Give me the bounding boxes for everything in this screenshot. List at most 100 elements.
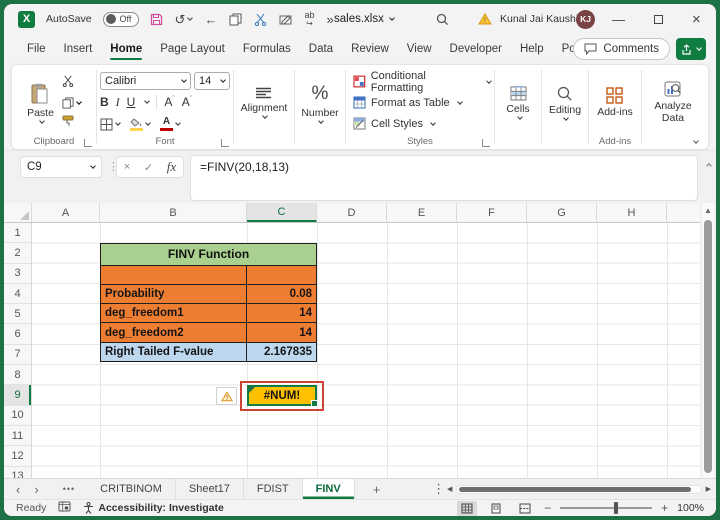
row-header-12[interactable]: 12 [4, 446, 31, 467]
bold-button[interactable]: B [100, 95, 109, 109]
zoom-slider[interactable] [560, 502, 653, 514]
sheet-nav-right-icon[interactable]: › [32, 479, 50, 499]
maximize-button[interactable] [654, 14, 663, 24]
accessibility-status[interactable]: Accessibility: Investigate [83, 502, 224, 514]
paste-button[interactable]: Paste [27, 83, 54, 124]
cells-area[interactable]: FINV Function Probability 0.08 deg_freed… [32, 223, 700, 478]
cells-button[interactable]: Cells [506, 70, 530, 135]
font-color-button[interactable]: A [160, 117, 181, 131]
zoom-level[interactable]: 100% [677, 502, 704, 514]
row-header-11[interactable]: 11 [4, 426, 31, 447]
comments-button[interactable]: Comments [573, 38, 670, 60]
tab-formulas[interactable]: Formulas [234, 34, 300, 64]
table-value-cell[interactable]: 14 [247, 323, 316, 341]
qat-overflow-icon[interactable]: » [326, 13, 333, 26]
insert-function-icon[interactable]: fx [167, 159, 176, 175]
view-normal-button[interactable] [457, 500, 478, 516]
pen-icon[interactable] [279, 13, 292, 26]
table-label-cell[interactable]: deg_freedom2 [101, 323, 247, 342]
number-button[interactable]: % Number [301, 70, 339, 135]
formula-input[interactable]: =FINV(20,18,13) [190, 155, 698, 201]
add-sheet-button[interactable]: + [355, 479, 399, 499]
table-row[interactable]: deg_freedom1 14 [101, 303, 316, 323]
font-name-select[interactable]: Calibri [100, 71, 191, 90]
table-label-cell[interactable]: deg_freedom1 [101, 304, 247, 323]
column-header-a[interactable]: A [32, 203, 100, 222]
row-header-8[interactable]: 8 [4, 365, 31, 386]
increase-font-button[interactable]: Aˆ [164, 95, 174, 109]
alignment-button[interactable]: Alignment [241, 70, 287, 135]
borders-button[interactable] [100, 118, 121, 131]
fill-color-button[interactable] [130, 117, 151, 131]
horizontal-scrollbar-thumb[interactable] [459, 487, 691, 492]
share-button[interactable] [676, 38, 706, 60]
underline-button[interactable]: U [127, 95, 136, 109]
table-row[interactable]: deg_freedom2 14 [101, 322, 316, 342]
tab-data[interactable]: Data [300, 34, 342, 64]
tab-file[interactable]: File [18, 34, 55, 64]
minimize-button[interactable]: — [612, 12, 626, 27]
clipboard-launcher-icon[interactable] [84, 139, 92, 147]
close-button[interactable]: × [692, 11, 706, 28]
column-header-b[interactable]: B [100, 203, 247, 222]
sheet-tab-critbinom[interactable]: CRITBINOM [87, 479, 176, 499]
enter-icon[interactable]: ✓ [144, 161, 153, 174]
cell-styles-button[interactable]: Cell Styles [349, 115, 491, 133]
redo-typing-icon[interactable]: ab ↪ [304, 10, 314, 28]
column-header-g[interactable]: G [527, 203, 597, 222]
horizontal-scrollbar[interactable]: ◀ ▶ [447, 483, 711, 496]
table-row-empty[interactable] [101, 264, 316, 284]
expand-formula-bar-icon[interactable] [706, 163, 712, 169]
table-title[interactable]: FINV Function [101, 244, 316, 265]
font-launcher-icon[interactable] [221, 139, 229, 147]
tab-review[interactable]: Review [342, 34, 398, 64]
copy-icon[interactable] [229, 13, 242, 26]
row-header-7[interactable]: 7 [4, 345, 31, 366]
row-header-1[interactable]: 1 [4, 223, 31, 244]
view-page-layout-button[interactable] [486, 501, 506, 516]
table-row[interactable]: Probability 0.08 [101, 283, 316, 304]
scroll-up-icon[interactable]: ▲ [702, 203, 714, 215]
table-value-cell[interactable]: 0.08 [247, 285, 316, 303]
sheet-tab-fdist[interactable]: FDIST [244, 479, 303, 499]
select-all-corner[interactable] [4, 203, 32, 222]
font-size-select[interactable]: 14 [194, 71, 230, 90]
format-as-table-button[interactable]: Format as Table [349, 94, 491, 112]
zoom-slider-handle[interactable] [614, 502, 619, 514]
row-header-5[interactable]: 5 [4, 304, 31, 325]
save-icon[interactable] [150, 13, 163, 26]
column-header-c[interactable]: C [247, 203, 317, 222]
tab-insert[interactable]: Insert [55, 34, 102, 64]
zoom-out-button[interactable]: − [544, 501, 551, 515]
vertical-scrollbar-thumb[interactable] [704, 220, 712, 473]
italic-button[interactable]: I [116, 95, 120, 110]
column-header-d[interactable]: D [317, 203, 387, 222]
sheet-nav-left-icon[interactable]: ‹ [4, 479, 32, 499]
error-cell[interactable]: #NUM! [247, 385, 318, 408]
editing-button[interactable]: Editing [549, 70, 581, 135]
addins-button[interactable]: Add-ins [597, 70, 633, 135]
table-value-cell[interactable]: 14 [247, 304, 316, 322]
table-label-cell[interactable]: Probability [101, 284, 247, 304]
cancel-icon[interactable]: × [124, 161, 130, 173]
row-header-13[interactable]: 13 [4, 467, 31, 478]
back-arrow-icon[interactable]: ← [204, 13, 217, 26]
avatar[interactable]: KJ [576, 9, 595, 29]
autosave-toggle[interactable]: Off [102, 11, 139, 27]
conditional-formatting-button[interactable]: Conditional Formatting [349, 70, 492, 94]
cut-icon[interactable] [254, 13, 267, 26]
sheet-tab-finv[interactable]: FINV [302, 479, 355, 499]
undo-chevron-icon[interactable] [187, 15, 194, 21]
tab-developer[interactable]: Developer [441, 34, 511, 64]
format-painter-button[interactable] [62, 114, 81, 132]
vertical-scrollbar[interactable]: ▲ [701, 203, 714, 478]
row-header-6[interactable]: 6 [4, 324, 31, 345]
row-header-4[interactable]: 4 [4, 284, 31, 305]
table-label-cell[interactable]: Right Tailed F-value [101, 342, 247, 362]
row-header-3[interactable]: 3 [4, 264, 31, 284]
sheet-tab-sheet17[interactable]: Sheet17 [176, 479, 244, 499]
name-box[interactable]: C9 [20, 156, 102, 178]
alert-warning-icon[interactable]: ! [478, 13, 492, 25]
zoom-in-button[interactable]: + [661, 501, 668, 515]
table-value-cell[interactable]: 2.167835 [247, 343, 316, 361]
